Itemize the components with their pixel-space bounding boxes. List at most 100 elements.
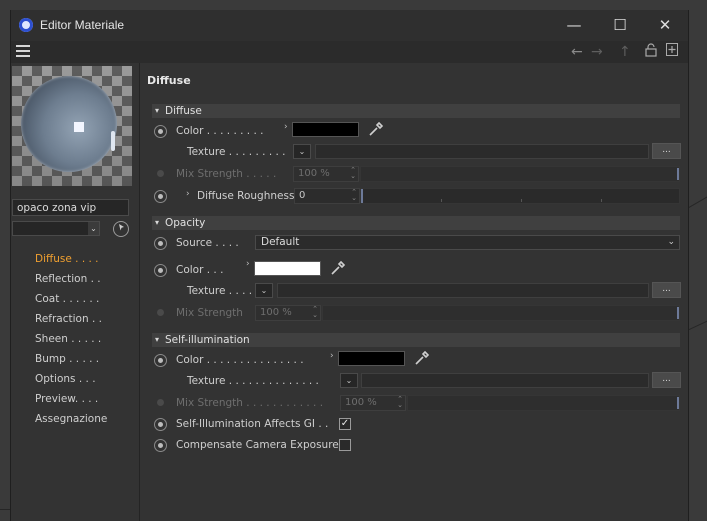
channel-assegnazione[interactable]: Assegnazione xyxy=(35,413,107,425)
back-arrow-icon[interactable]: ← xyxy=(571,44,583,60)
selfillum-mix-slider[interactable] xyxy=(407,395,680,411)
triangle-down-icon: ▾ xyxy=(155,335,160,344)
background-line xyxy=(687,319,707,331)
opacity-color-label: Color . . . xyxy=(176,264,224,276)
opacity-source-select[interactable]: Default ⌄ xyxy=(255,235,680,250)
group-diffuse[interactable]: ▾ Diffuse xyxy=(152,104,680,118)
channel-refraction[interactable]: Refraction . . xyxy=(35,313,102,325)
animate-radio[interactable] xyxy=(154,237,167,250)
animate-radio[interactable] xyxy=(154,439,167,452)
diffuse-mix-slider[interactable] xyxy=(360,166,680,182)
spinner-icon[interactable]: ⌃ ⌄ xyxy=(351,189,357,202)
selfillum-color-label: Color . . . . . . . . . . . . . . . xyxy=(176,354,304,366)
animate-radio[interactable] xyxy=(154,125,167,138)
diffuse-roughness-input[interactable]: 0 ⌃ ⌄ xyxy=(294,188,360,204)
chevron-right-icon[interactable]: › xyxy=(186,189,190,199)
channel-options[interactable]: Options . . . xyxy=(35,373,96,385)
selfillum-mix-input[interactable]: 100 % ⌃ ⌄ xyxy=(340,395,406,411)
spinner-icon[interactable]: ⌃ ⌄ xyxy=(312,306,318,319)
opacity-texture-field[interactable] xyxy=(277,283,649,298)
slider-tick xyxy=(521,199,522,202)
eyedropper-icon[interactable] xyxy=(414,350,430,366)
maximize-button[interactable]: ☐ xyxy=(597,10,643,41)
channel-sheen[interactable]: Sheen . . . . . xyxy=(35,333,101,345)
channel-preview[interactable]: Preview. . . . xyxy=(35,393,98,405)
opacity-color-swatch[interactable] xyxy=(254,261,321,276)
selfillum-texture-field[interactable] xyxy=(361,373,649,388)
triangle-down-icon: ▾ xyxy=(155,218,160,227)
title-bar[interactable]: Editor Materiale — ☐ ✕ xyxy=(11,10,688,41)
animate-radio[interactable] xyxy=(157,170,165,178)
eyedropper-icon[interactable] xyxy=(330,260,346,276)
compensate-exposure-label: Compensate Camera Exposure xyxy=(176,439,339,451)
selfillum-affects-gi-label: Self-Illumination Affects GI . . xyxy=(176,418,329,430)
eyedropper-icon[interactable] xyxy=(368,121,384,137)
chevron-down-icon[interactable]: ⌄ xyxy=(255,283,273,298)
diffuse-roughness-slider[interactable] xyxy=(360,188,680,204)
diffuse-texture-label: Texture . . . . . . . . . xyxy=(187,146,286,158)
chevron-right-icon[interactable]: › xyxy=(246,259,250,269)
opacity-texture-browse-button[interactable]: ... xyxy=(652,282,681,298)
opacity-mix-slider[interactable] xyxy=(322,305,680,321)
spinner-icon[interactable]: ⌃ ⌄ xyxy=(350,167,356,180)
forward-arrow-icon[interactable]: → xyxy=(591,44,603,60)
highlight xyxy=(111,131,115,151)
group-label: Diffuse xyxy=(165,105,202,117)
pick-cursor-icon[interactable] xyxy=(113,221,129,237)
layer-dropdown[interactable]: ⌄ xyxy=(12,221,100,236)
animate-radio[interactable] xyxy=(154,264,167,277)
slider-tick xyxy=(441,199,442,202)
chevron-down-icon[interactable]: ⌄ xyxy=(293,144,311,159)
lock-icon[interactable] xyxy=(645,43,657,60)
diffuse-mix-label: Mix Strength . . . . . xyxy=(176,168,277,180)
selfillum-color-swatch[interactable] xyxy=(338,351,405,366)
app-icon xyxy=(19,18,33,32)
opacity-mix-input[interactable]: 100 % ⌃ ⌄ xyxy=(255,305,321,321)
channel-reflection[interactable]: Reflection . . xyxy=(35,273,101,285)
diffuse-mix-value: 100 % xyxy=(298,168,330,179)
opacity-texture-label: Texture . . . . xyxy=(187,285,253,297)
new-window-icon[interactable] xyxy=(666,43,678,60)
animate-radio[interactable] xyxy=(154,418,167,431)
channel-coat[interactable]: Coat . . . . . . xyxy=(35,293,99,305)
diffuse-color-label: Color . . . . . . . . . xyxy=(176,125,264,137)
animate-radio[interactable] xyxy=(154,190,167,203)
group-label: Opacity xyxy=(165,217,206,229)
diffuse-mix-input[interactable]: 100 % ⌃ ⌄ xyxy=(293,166,359,182)
slider-end xyxy=(677,397,679,409)
chevron-right-icon[interactable]: › xyxy=(284,122,288,132)
triangle-down-icon: ▾ xyxy=(155,106,160,115)
selfillum-texture-browse-button[interactable]: ... xyxy=(652,372,681,388)
group-opacity[interactable]: ▾ Opacity xyxy=(152,216,680,230)
animate-radio[interactable] xyxy=(157,399,165,407)
group-label: Self-illumination xyxy=(165,334,250,346)
chevron-right-icon[interactable]: › xyxy=(330,351,334,361)
menu-icon[interactable] xyxy=(16,45,30,57)
chevron-down-icon[interactable]: ⌄ xyxy=(340,373,358,388)
spinner-icon[interactable]: ⌃ ⌄ xyxy=(397,396,403,409)
chevron-down-icon: ⌄ xyxy=(667,237,675,247)
channel-diffuse[interactable]: Diffuse . . . . xyxy=(35,253,99,265)
slider-handle[interactable] xyxy=(361,189,363,203)
animate-radio[interactable] xyxy=(154,354,167,367)
material-preview[interactable] xyxy=(12,66,132,186)
diffuse-color-swatch[interactable] xyxy=(292,122,359,137)
close-button[interactable]: ✕ xyxy=(642,10,688,41)
selfillum-mix-value: 100 % xyxy=(345,397,377,408)
selfillum-texture-label: Texture . . . . . . . . . . . . . . xyxy=(187,375,319,387)
opacity-source-value: Default xyxy=(261,236,300,248)
up-arrow-icon[interactable]: ↑ xyxy=(619,44,631,60)
minimize-button[interactable]: — xyxy=(551,10,597,41)
diffuse-texture-field[interactable] xyxy=(315,144,649,159)
compensate-exposure-checkbox[interactable] xyxy=(339,439,351,451)
selfillum-mix-label: Mix Strength . . . . . . . . . . . . xyxy=(176,397,324,409)
material-name-field[interactable]: opaco zona vip xyxy=(12,199,129,216)
preview-sphere xyxy=(21,76,117,172)
selfillum-affects-gi-checkbox[interactable]: ✓ xyxy=(339,418,351,430)
slider-end xyxy=(677,307,679,319)
diffuse-texture-browse-button[interactable]: ... xyxy=(652,143,681,159)
group-self-illumination[interactable]: ▾ Self-illumination xyxy=(152,333,680,347)
channel-bump[interactable]: Bump . . . . . xyxy=(35,353,99,365)
slider-end xyxy=(677,168,679,180)
animate-radio[interactable] xyxy=(157,309,165,317)
